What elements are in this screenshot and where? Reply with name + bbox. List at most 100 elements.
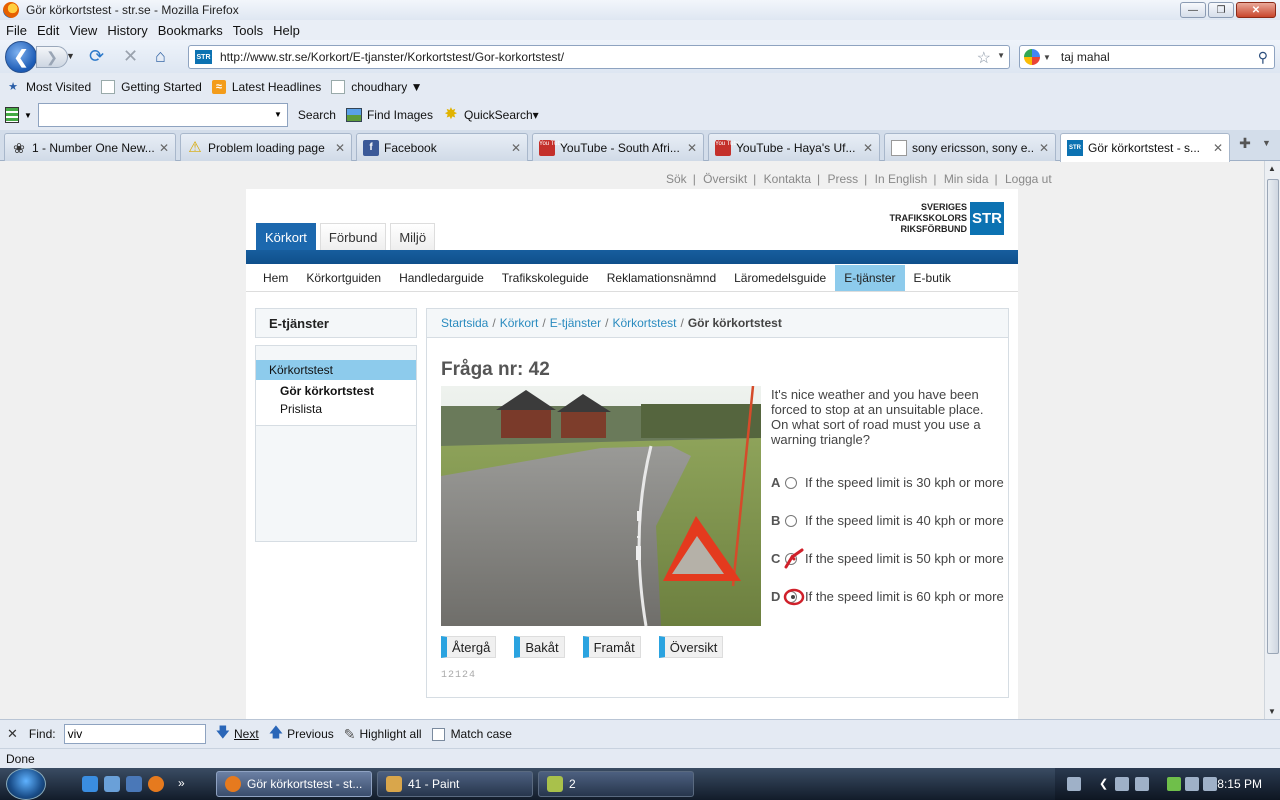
bookmark-choudhary[interactable]: choudhary ▼ (331, 79, 423, 94)
tab-close-icon[interactable]: ✕ (1213, 141, 1223, 155)
chevron-down-icon[interactable]: ▼ (274, 110, 282, 119)
home-icon[interactable]: ⌂ (155, 47, 166, 65)
search-bar[interactable]: ▼ taj mahal ⚲ (1019, 45, 1275, 69)
tab-close-icon[interactable]: ✕ (335, 141, 345, 155)
film-icon[interactable] (5, 107, 19, 123)
tray-app-icon[interactable] (1115, 777, 1129, 791)
breadcrumb-startsida[interactable]: Startsida (441, 316, 488, 330)
taskbar-folder[interactable]: 2 (538, 771, 694, 797)
start-button[interactable] (6, 768, 46, 800)
tab-facebook[interactable]: f Facebook ✕ (356, 133, 528, 161)
menu-bookmarks[interactable]: Bookmarks (154, 23, 227, 38)
restore-button[interactable]: ❐ (1208, 2, 1234, 18)
toolbar-search-button[interactable]: Search (298, 108, 336, 122)
switch-windows-icon[interactable] (126, 776, 142, 792)
tab-youtube-south-africa[interactable]: You Tube YouTube - South Afri... ✕ (532, 133, 704, 161)
sidebar-item-gor-korkortstest[interactable]: Gör körkortstest (280, 384, 374, 398)
taskbar-firefox[interactable]: Gör körkortstest - st... (216, 771, 372, 797)
option-b-radio[interactable] (785, 515, 797, 527)
keyboard-icon[interactable] (1067, 777, 1081, 791)
tab-korkortstest[interactable]: STR Gör körkortstest - s... ✕ (1060, 133, 1230, 162)
tab-forbund[interactable]: Förbund (319, 223, 387, 250)
search-input[interactable]: taj mahal (1061, 50, 1110, 64)
reload-icon[interactable]: ⟳ (89, 47, 104, 65)
url-bar[interactable]: STR http://www.str.se/Korkort/E-tjanster… (188, 45, 1010, 69)
option-d[interactable]: D If the speed limit is 60 kph or more (771, 589, 1006, 604)
menu-tools[interactable]: Tools (229, 23, 267, 38)
tab-close-icon[interactable]: ✕ (687, 141, 697, 155)
google-icon[interactable] (1024, 49, 1040, 65)
link-kontakta[interactable]: Kontakta (764, 172, 811, 186)
breadcrumb-e-tjanster[interactable]: E-tjänster (550, 316, 601, 330)
menu-help[interactable]: Help (269, 23, 304, 38)
back-button[interactable]: ❮ (5, 41, 37, 73)
tab-close-icon[interactable]: ✕ (159, 141, 169, 155)
subnav-e-butik[interactable]: E-butik (905, 265, 960, 291)
breadcrumb-korkortstest[interactable]: Körkortstest (612, 316, 676, 330)
find-previous-button[interactable]: 🡅 Previous (269, 722, 334, 746)
tab-nyt[interactable]: ❀ 1 - Number One New... ✕ (4, 133, 176, 161)
breadcrumb-korkort[interactable]: Körkort (500, 316, 539, 330)
battery-icon[interactable] (1167, 777, 1181, 791)
network-icon[interactable] (1185, 777, 1199, 791)
close-button[interactable]: ✕ (1236, 2, 1276, 18)
link-sok[interactable]: Sök (666, 172, 687, 186)
tab-miljo[interactable]: Miljö (390, 223, 436, 250)
vertical-scrollbar[interactable]: ▲ ▼ (1264, 161, 1280, 719)
menu-file[interactable]: File (2, 23, 31, 38)
toolbar-search-combo[interactable]: ▼ (37, 103, 288, 127)
link-press[interactable]: Press (827, 172, 858, 186)
tab-close-icon[interactable]: ✕ (1039, 141, 1049, 155)
checkbox-icon[interactable] (431, 727, 445, 741)
stop-icon[interactable]: ✕ (123, 47, 138, 65)
option-c-radio[interactable] (785, 553, 797, 565)
bookmark-latest-headlines[interactable]: ≈ Latest Headlines (211, 79, 321, 94)
ie-icon[interactable] (82, 776, 98, 792)
match-case-checkbox[interactable]: Match case (431, 727, 512, 741)
chevron-down-icon[interactable]: ▼ (24, 111, 32, 120)
bakat-button[interactable]: Bakåt (514, 636, 565, 658)
site-identity-icon[interactable]: STR (195, 50, 212, 64)
tab-close-icon[interactable]: ✕ (863, 141, 873, 155)
link-logga-ut[interactable]: Logga ut (1005, 172, 1052, 186)
show-desktop-icon[interactable] (104, 776, 120, 792)
option-d-radio[interactable] (785, 591, 797, 603)
firefox-quicklaunch-icon[interactable] (148, 776, 164, 792)
bookmark-getting-started[interactable]: Getting Started (101, 79, 202, 94)
subnav-handledarguide[interactable]: Handledarguide (390, 265, 493, 291)
subnav-trafikskoleguide[interactable]: Trafikskoleguide (493, 265, 598, 291)
url-dropdown-icon[interactable]: ▼ (997, 51, 1005, 60)
menu-view[interactable]: View (65, 23, 101, 38)
sidebar-item-prislista[interactable]: Prislista (280, 402, 322, 416)
find-next-button[interactable]: 🡇 Next (216, 722, 259, 746)
forward-button[interactable]: ❯ (36, 46, 68, 68)
subnav-korkortguiden[interactable]: Körkortguiden (297, 265, 390, 291)
menu-history[interactable]: History (103, 23, 151, 38)
search-icon[interactable]: ⚲ (1258, 49, 1268, 66)
scroll-up-icon[interactable]: ▲ (1268, 164, 1276, 173)
tab-list-icon[interactable]: ▼ (1262, 138, 1271, 148)
tab-youtube-haya[interactable]: You Tube YouTube - Haya's Uf... ✕ (708, 133, 880, 161)
quicksearch-button[interactable]: ✸ QuickSearch▾ (443, 107, 538, 123)
link-min-sida[interactable]: Min sida (944, 172, 989, 186)
sidebar-item-korkortstest[interactable]: Körkortstest (256, 360, 416, 380)
bookmark-star-icon[interactable]: ☆ (977, 48, 991, 68)
oversikt-button[interactable]: Översikt (658, 636, 724, 658)
url-text[interactable]: http://www.str.se/Korkort/E-tjanster/Kor… (220, 50, 564, 64)
subnav-laromedelsguide[interactable]: Läromedelsguide (725, 265, 835, 291)
find-input[interactable]: viv (63, 724, 206, 744)
find-images-button[interactable]: Find Images (345, 108, 433, 122)
menu-edit[interactable]: Edit (33, 23, 63, 38)
find-close-icon[interactable]: ✕ (7, 726, 18, 742)
scroll-down-icon[interactable]: ▼ (1268, 707, 1276, 716)
search-engine-dropdown-icon[interactable]: ▼ (1043, 53, 1051, 62)
taskbar-paint[interactable]: 41 - Paint (377, 771, 533, 797)
minimize-button[interactable]: — (1180, 2, 1206, 18)
atergå-button[interactable]: Återgå (441, 636, 497, 658)
tab-korkort[interactable]: Körkort (256, 223, 316, 250)
chevron-left-icon[interactable]: ❮ (1099, 777, 1113, 791)
str-logo[interactable]: SVERIGES TRAFIKSKOLORS RIKSFÖRBUND STR (890, 202, 1004, 235)
tab-sony-ericsson[interactable]: sony ericsson, sony e... ✕ (884, 133, 1056, 161)
option-a-radio[interactable] (785, 477, 797, 489)
highlight-all-button[interactable]: ✎ Highlight all (344, 726, 422, 743)
